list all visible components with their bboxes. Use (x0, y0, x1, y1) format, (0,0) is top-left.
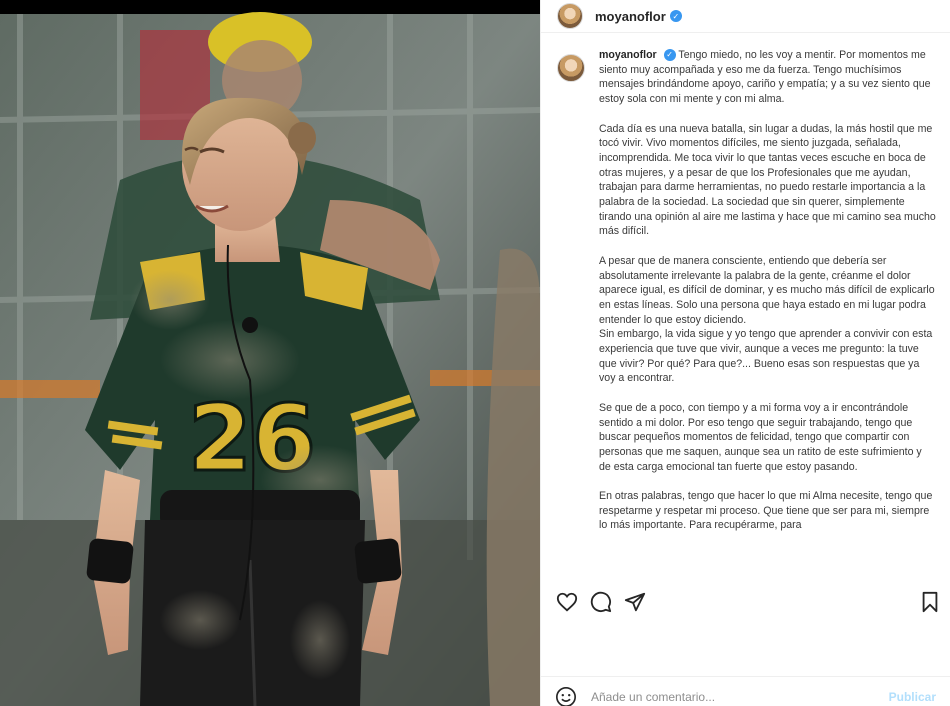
photo-illustration: 26 (0, 0, 540, 706)
verified-badge-icon: ✓ (669, 10, 682, 22)
share-button[interactable] (623, 590, 647, 614)
caption-row: moyanoflor ✓ Tengo miedo, no les voy a m… (557, 48, 936, 548)
post-photo[interactable]: 26 (0, 0, 540, 706)
caption-paragraph-5: Se que de a poco, con tiempo y a mi form… (599, 401, 922, 473)
caption-paragraph-2: Cada día es una nueva batalla, sin lugar… (599, 122, 936, 238)
caption-text: moyanoflor ✓ Tengo miedo, no les voy a m… (599, 48, 936, 548)
caption-paragraph-4: Sin embargo, la vida sigue y yo tengo qu… (599, 328, 933, 385)
caption-paragraph-6: En otras palabras, tengo que hacer lo qu… (599, 490, 933, 532)
caption-verified-badge-icon: ✓ (663, 49, 676, 62)
comment-input[interactable] (591, 689, 889, 704)
caption-avatar[interactable] (557, 54, 585, 82)
save-button[interactable] (918, 590, 942, 614)
emoji-icon[interactable] (555, 686, 577, 706)
post-header: moyanoflor ✓ (541, 0, 950, 33)
caption-username[interactable]: moyanoflor (599, 49, 657, 61)
bookmark-icon (922, 591, 938, 613)
comment-button[interactable] (589, 590, 613, 614)
caption-paragraph-1: moyanoflor ✓ Tengo miedo, no les voy a m… (599, 48, 936, 107)
action-bar (555, 588, 942, 616)
avatar[interactable] (557, 3, 583, 29)
publish-button[interactable]: Publicar (889, 690, 936, 704)
share-icon (624, 592, 646, 612)
post-side-panel: moyanoflor ✓ moyanoflor ✓ Tengo miedo, n… (540, 0, 950, 706)
like-button[interactable] (555, 590, 579, 614)
heart-icon (556, 592, 578, 612)
comment-bar: Publicar (541, 676, 950, 706)
caption-scroll-area[interactable]: moyanoflor ✓ Tengo miedo, no les voy a m… (557, 48, 936, 578)
comment-icon (590, 591, 612, 613)
caption-paragraph-3: A pesar que de manera consciente, entien… (599, 254, 935, 326)
header-username[interactable]: moyanoflor (595, 9, 666, 24)
